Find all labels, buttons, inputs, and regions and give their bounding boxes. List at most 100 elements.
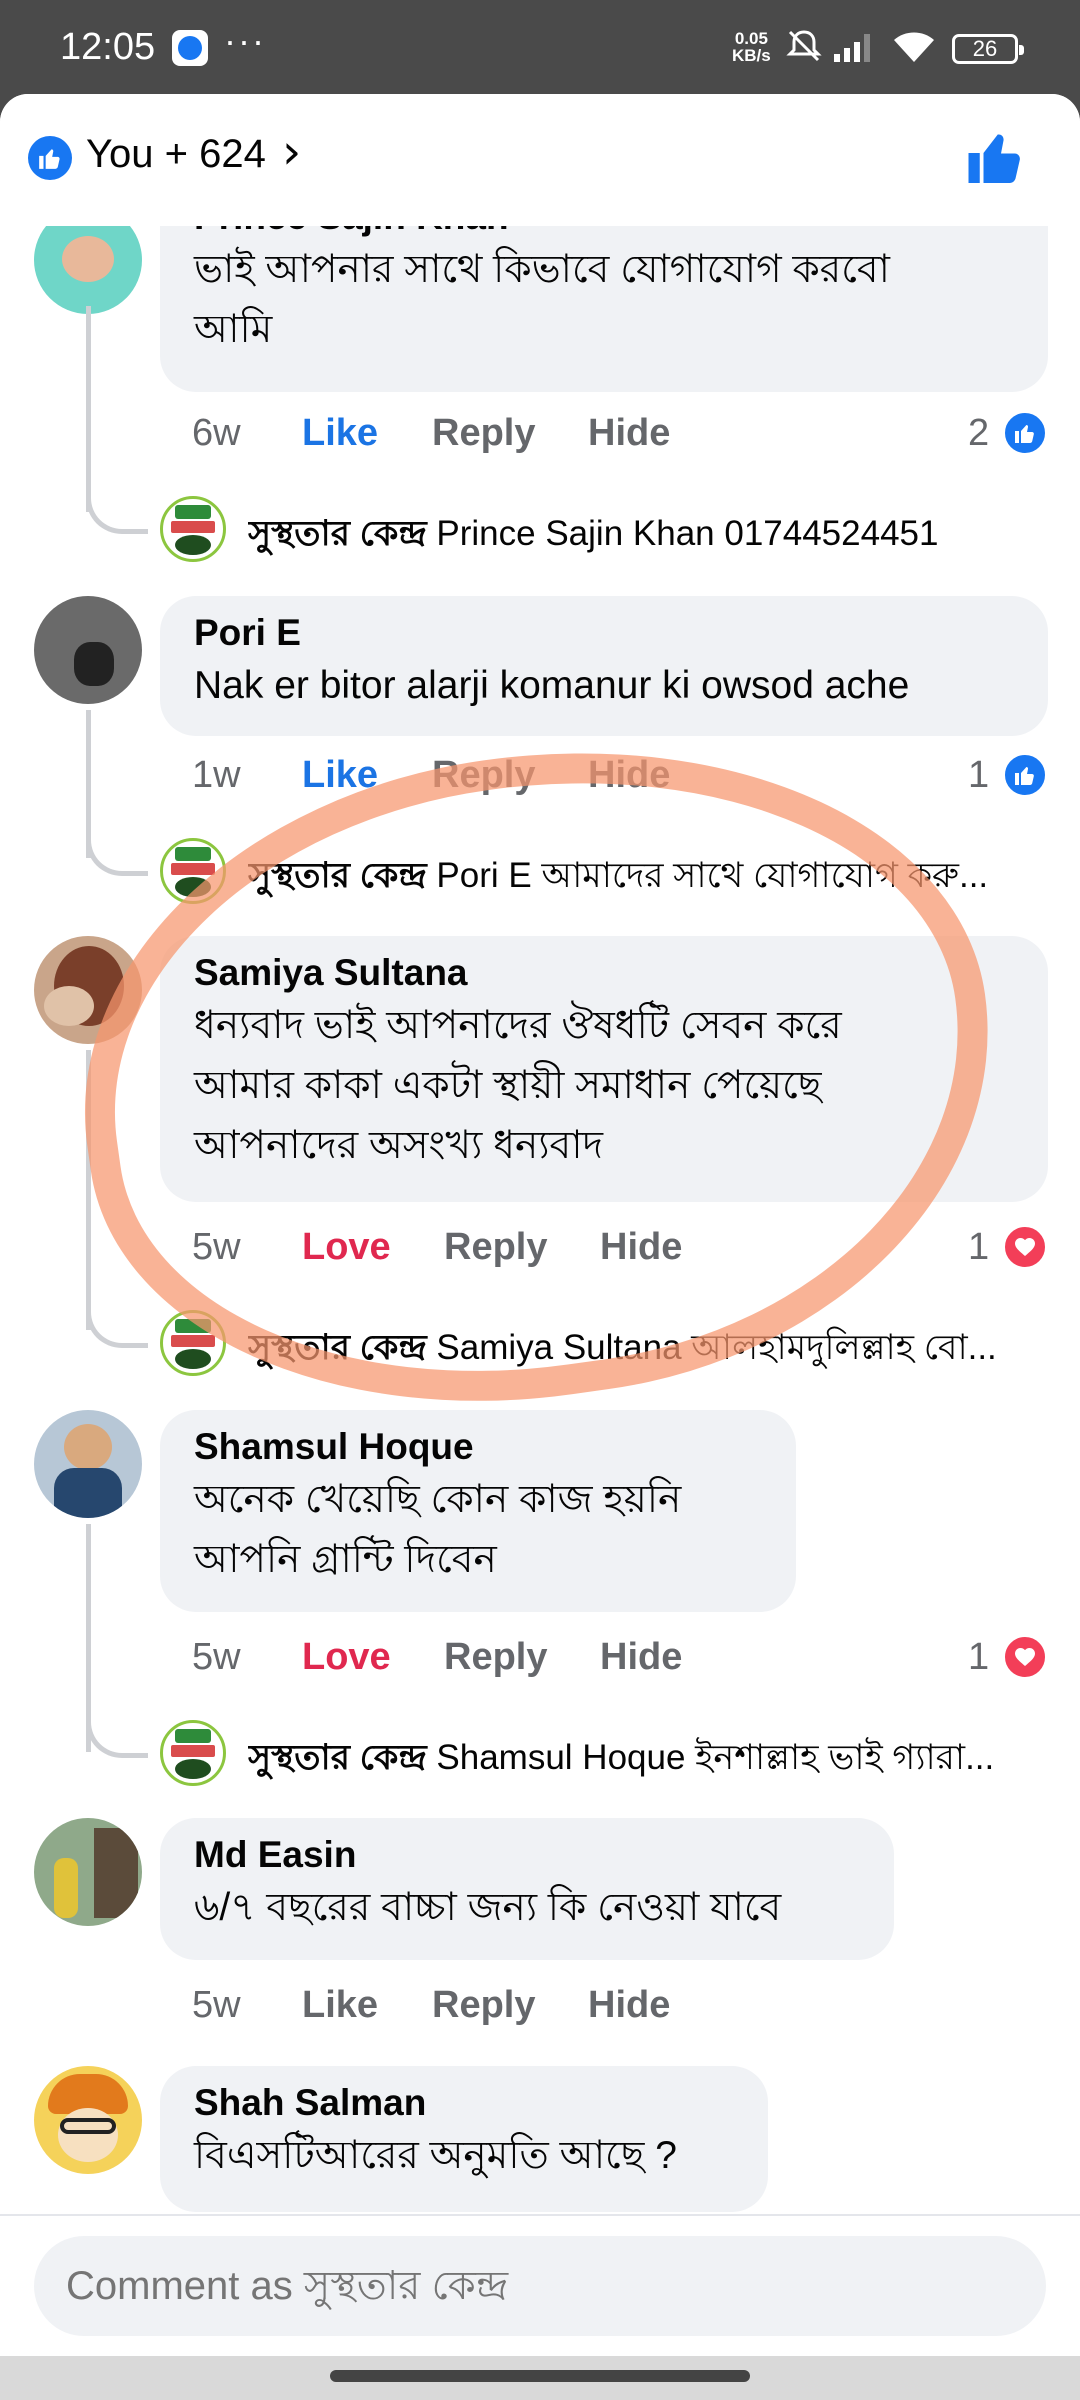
comment-author[interactable]: Md Easin xyxy=(194,1832,860,1878)
reply-button[interactable]: Reply xyxy=(444,1226,547,1269)
reply-preview-text[interactable]: সুস্থতার কেন্দ্র Samiya Sultana আলহামদুল… xyxy=(248,1320,1080,1379)
network-speed: 0.05 KB/s xyxy=(732,30,771,64)
love-button[interactable]: Love xyxy=(302,1226,391,1269)
reply-preview[interactable]: সুস্থতার কেন্দ্র Samiya Sultana আলহামদুল… xyxy=(160,1310,1060,1380)
comment-text: আপনাদের অসংখ্য ধন্যবাদ xyxy=(194,1124,604,1167)
comment-actions: 5w Love Reply Hide xyxy=(192,1226,912,1276)
reply-author: সুস্থতার কেন্দ্র xyxy=(248,1328,427,1367)
chevron-right-icon[interactable]: › xyxy=(282,124,301,180)
comment-text: আমি xyxy=(194,308,273,351)
avatar[interactable] xyxy=(34,2066,142,2174)
comment-bubble[interactable]: Shah Salman বিএসটিআরের অনুমতি আছে ? xyxy=(160,2066,768,2212)
reply-author: সুস্থতার কেন্দ্র xyxy=(248,1738,427,1777)
comment-actions: 5w Love Reply Hide xyxy=(192,1636,912,1686)
status-time: 12:05 xyxy=(60,26,156,68)
like-icon xyxy=(28,136,72,180)
mute-icon xyxy=(784,26,824,76)
avatar[interactable] xyxy=(34,1818,142,1926)
comment-text: আমার কাকা একটা স্থায়ী সমাধান পেয়েছে xyxy=(194,1064,822,1107)
reply-preview-text[interactable]: সুস্থতার কেন্দ্র Prince Sajin Khan 01744… xyxy=(248,506,1080,565)
avatar[interactable] xyxy=(34,1410,142,1518)
comment-bubble[interactable]: Pori E Nak er bitor alarji komanur ki ow… xyxy=(160,596,1048,736)
reply-preview[interactable]: সুস্থতার কেন্দ্র Pori E আমাদের সাথে যোগা… xyxy=(160,838,1060,908)
reply-button[interactable]: Reply xyxy=(432,412,535,455)
hide-button[interactable]: Hide xyxy=(588,754,670,797)
comment-author[interactable]: Pori E xyxy=(194,610,1014,656)
reaction-count[interactable]: 1 xyxy=(968,1636,989,1679)
network-speed-value: 0.05 xyxy=(734,29,768,48)
page-avatar xyxy=(160,838,226,904)
reply-button[interactable]: Reply xyxy=(444,1636,547,1679)
love-button[interactable]: Love xyxy=(302,1636,391,1679)
signal-icon xyxy=(832,26,880,76)
reply-button[interactable]: Reply xyxy=(432,754,535,797)
comment-actions: 1w Like Reply Hide xyxy=(192,754,892,804)
system-nav-bar xyxy=(0,2356,1080,2400)
reply-preview-text[interactable]: সুস্থতার কেন্দ্র Shamsul Hoque ইনশাল্লাহ… xyxy=(248,1730,1080,1789)
reaction-count[interactable]: 1 xyxy=(968,754,989,797)
comment-author[interactable]: Shamsul Hoque xyxy=(194,1424,762,1470)
network-speed-unit: KB/s xyxy=(732,46,771,65)
reply-button[interactable]: Reply xyxy=(432,1984,535,2027)
comment-composer xyxy=(0,2214,1080,2356)
reply-connector xyxy=(86,1708,148,1758)
hide-button[interactable]: Hide xyxy=(588,412,670,455)
avatar[interactable] xyxy=(34,936,142,1044)
like-button[interactable]: Like xyxy=(302,412,378,455)
comment-author[interactable]: Samiya Sultana xyxy=(194,950,1014,996)
page-avatar xyxy=(160,1310,226,1376)
comment-author[interactable]: Shah Salman xyxy=(194,2080,734,2126)
reply-connector xyxy=(86,1298,148,1348)
comment-time: 5w xyxy=(192,1226,241,1268)
comment-text: Nak er bitor alarji komanur ki owsod ach… xyxy=(194,664,910,707)
reactions-header: You + 624 › xyxy=(0,94,1080,226)
battery-level: 26 xyxy=(972,36,998,61)
comment-bubble[interactable]: Samiya Sultana ধন্যবাদ ভাই আপনাদের ঔষধটি… xyxy=(160,936,1048,1202)
reactions-summary-link[interactable]: You + 624 xyxy=(86,132,266,177)
comment-actions: 6w Like Reply Hide xyxy=(192,412,892,462)
comment-time: 5w xyxy=(192,1636,241,1678)
reply-preview-text[interactable]: সুস্থতার কেন্দ্র Pori E আমাদের সাথে যোগা… xyxy=(248,848,1080,907)
comment-time: 5w xyxy=(192,1984,241,2026)
like-reaction-icon xyxy=(1002,752,1048,798)
hide-button[interactable]: Hide xyxy=(600,1636,682,1679)
reply-author: সুস্থতার কেন্দ্র xyxy=(248,514,427,553)
love-reaction-icon xyxy=(1002,1224,1048,1270)
comment-time: 6w xyxy=(192,412,241,454)
comment-text: ভাই আপনার সাথে কিভাবে যোগাযোগ করবো xyxy=(194,248,890,291)
like-button[interactable]: Like xyxy=(302,1984,378,2027)
page-avatar xyxy=(160,496,226,562)
reply-snippet: Prince Sajin Khan 01744524451 xyxy=(436,514,939,553)
avatar[interactable] xyxy=(34,596,142,704)
reply-preview[interactable]: সুস্থতার কেন্দ্র Prince Sajin Khan 01744… xyxy=(160,496,1060,566)
thread-line xyxy=(86,306,91,512)
thread-line xyxy=(86,1050,91,1330)
thumbs-up-icon[interactable] xyxy=(966,128,1026,193)
like-button[interactable]: Like xyxy=(302,754,378,797)
reply-snippet: Pori E আমাদের সাথে যোগাযোগ করু... xyxy=(436,856,989,895)
reaction-count[interactable]: 1 xyxy=(968,1226,989,1269)
reply-preview[interactable]: সুস্থতার কেন্দ্র Shamsul Hoque ইনশাল্লাহ… xyxy=(160,1720,1060,1790)
reply-snippet: Samiya Sultana আলহামদুলিল্লাহ বো... xyxy=(436,1328,997,1367)
reaction-count[interactable]: 2 xyxy=(968,412,989,455)
status-bar: 12:05 ··· 0.05 KB/s 26 xyxy=(0,0,1080,96)
comments-sheet: You + 624 › Prince Sajin Khan ভাই আপনার … xyxy=(0,94,1080,2356)
hide-button[interactable]: Hide xyxy=(588,1984,670,2027)
battery-indicator: 26 xyxy=(952,34,1024,64)
reply-connector xyxy=(86,826,148,876)
comment-input[interactable] xyxy=(34,2236,1046,2336)
like-reaction-icon xyxy=(1002,410,1048,456)
comment-text: ধন্যবাদ ভাই আপনাদের ঔষধটি সেবন করে xyxy=(194,1004,842,1047)
comment-text: বিএসটিআরের অনুমতি আছে ? xyxy=(194,2134,677,2177)
more-notifications-icon: ··· xyxy=(224,20,266,61)
love-reaction-icon xyxy=(1002,1634,1048,1680)
reply-snippet: Shamsul Hoque ইনশাল্লাহ ভাই গ্যারা... xyxy=(436,1738,995,1777)
comment-actions: 5w Like Reply Hide xyxy=(192,1984,892,2034)
comment-time: 1w xyxy=(192,754,241,796)
home-gesture-handle[interactable] xyxy=(330,2370,750,2382)
hide-button[interactable]: Hide xyxy=(600,1226,682,1269)
comment-bubble[interactable]: Md Easin ৬/৭ বছরের বাচ্চা জন্য কি নেওয়া… xyxy=(160,1818,894,1960)
comment-bubble[interactable]: Shamsul Hoque অনেক খেয়েছি কোন কাজ হয়নি… xyxy=(160,1410,796,1612)
messenger-notification-icon xyxy=(172,30,208,66)
reply-author: সুস্থতার কেন্দ্র xyxy=(248,856,427,895)
